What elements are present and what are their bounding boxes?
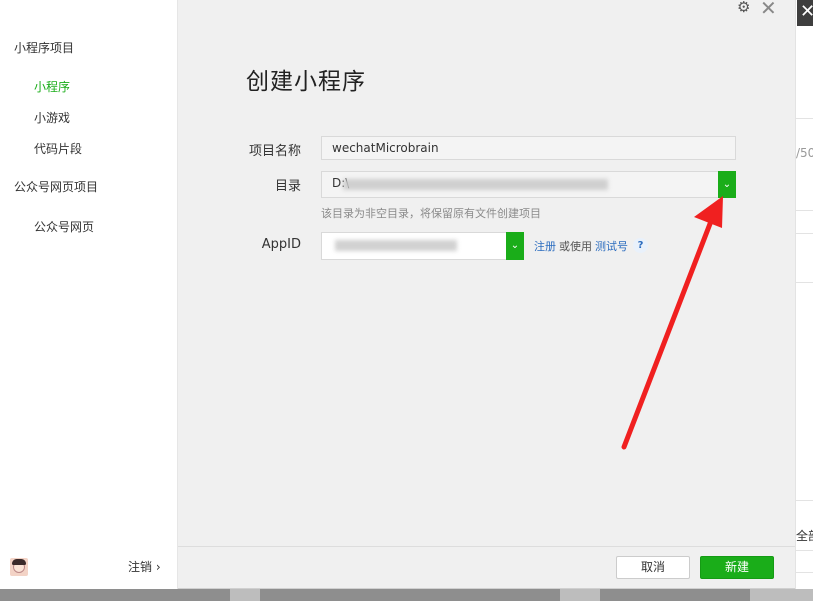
help-icon[interactable]: ? [633, 238, 648, 253]
sidebar-item-official-webpage[interactable]: 公众号网页 [34, 218, 94, 235]
background-row-divider [796, 118, 813, 119]
test-account-link[interactable]: 测试号 [595, 238, 628, 254]
sidebar-item-minigame[interactable]: 小游戏 [34, 109, 70, 126]
background-text-fragment: 全部 [796, 529, 813, 543]
sidebar-section-miniprogram: 小程序项目 [14, 41, 75, 55]
background-taskbar [0, 589, 813, 601]
page-title: 创建小程序 [246, 69, 366, 95]
redacted-path [343, 179, 608, 190]
register-link[interactable]: 注册 [534, 238, 556, 254]
appid-dropdown-button[interactable]: ⌄ [506, 232, 524, 260]
background-row-divider [796, 572, 813, 573]
background-panel [795, 0, 813, 601]
chevron-down-icon: ⌄ [722, 179, 732, 190]
directory-hint: 该目录为非空目录，将保留原有文件创建项目 [321, 207, 541, 220]
or-use-text: 或使用 [559, 240, 592, 253]
avatar[interactable] [10, 558, 28, 576]
background-row-divider [796, 233, 813, 234]
create-project-dialog: 小程序项目 小程序 小游戏 代码片段 公众号网页项目 公众号网页 注销 › ⚙ … [0, 0, 795, 589]
gear-icon[interactable]: ⚙ [737, 0, 750, 16]
background-text-fragment: /50 [796, 146, 813, 160]
project-name-input[interactable]: wechatMicrobrain [321, 136, 736, 160]
directory-label: 目录 [274, 179, 301, 194]
create-button[interactable]: 新建 [700, 556, 774, 579]
redacted-appid [335, 240, 457, 251]
background-row-divider [796, 210, 813, 211]
background-row-divider [796, 550, 813, 551]
directory-dropdown-button[interactable]: ⌄ [718, 171, 736, 198]
sidebar-section-official-account: 公众号网页项目 [14, 180, 99, 194]
close-icon[interactable]: ✕ [760, 0, 777, 20]
chevron-down-icon: ⌄ [510, 240, 520, 251]
sidebar-item-miniprogram[interactable]: 小程序 [34, 78, 70, 95]
cancel-button[interactable]: 取消 [616, 556, 690, 579]
background-close-icon[interactable]: ✕ [800, 1, 813, 23]
sidebar-footer: 注销 › [0, 548, 178, 589]
project-type-sidebar: 小程序项目 小程序 小游戏 代码片段 公众号网页项目 公众号网页 注销 › [0, 0, 178, 589]
background-row-divider [796, 282, 813, 283]
sidebar-item-code-snippet[interactable]: 代码片段 [34, 140, 82, 157]
project-name-label: 项目名称 [248, 144, 301, 159]
footer-divider [178, 546, 795, 547]
appid-label: AppID [261, 237, 301, 252]
logout-link[interactable]: 注销 › [128, 558, 161, 575]
background-row-divider [796, 500, 813, 501]
